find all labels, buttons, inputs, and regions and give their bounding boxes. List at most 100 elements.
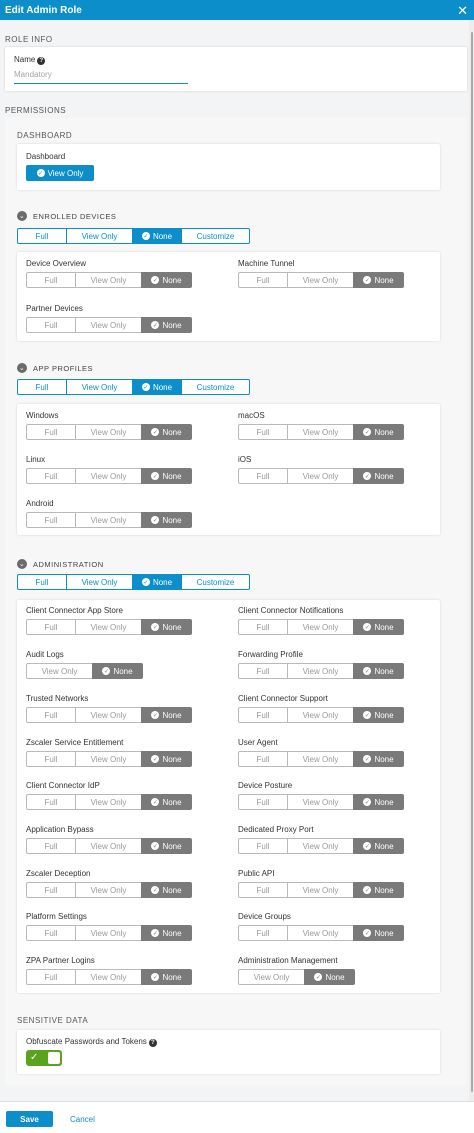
chevron-down-icon[interactable]: ⌄ [17, 559, 27, 569]
chevron-down-icon[interactable]: ⌄ [17, 363, 27, 373]
partner-devices-option-full[interactable]: Full [26, 317, 76, 333]
client-connector-idp-option-view-only[interactable]: View Only [75, 794, 142, 810]
client-connector-app-store-option-none[interactable]: ✓ None [141, 619, 192, 635]
app-profiles-option-none[interactable]: ✓ None [132, 379, 182, 395]
device-groups-option-view-only[interactable]: View Only [287, 925, 354, 941]
windows-option-view-only[interactable]: View Only [75, 424, 142, 440]
enrolled-devices-option-customize[interactable]: Customize [181, 228, 250, 244]
app-profiles-option-full[interactable]: Full [17, 379, 67, 395]
device-posture-option-view-only[interactable]: View Only [287, 794, 354, 810]
close-icon[interactable]: ✕ [457, 4, 468, 17]
zscaler-service-entitlement-option-full[interactable]: Full [26, 751, 76, 767]
macos-option-none[interactable]: ✓ None [353, 424, 404, 440]
save-button[interactable]: Save [6, 1111, 53, 1127]
trusted-networks-option-view-only[interactable]: View Only [75, 707, 142, 723]
dashboard-view-only-button[interactable]: ✓ View Only [26, 165, 94, 181]
ios-option-view-only[interactable]: View Only [287, 468, 354, 484]
client-connector-app-store-option-full[interactable]: Full [26, 619, 76, 635]
macos-option-full[interactable]: Full [238, 424, 288, 440]
client-connector-support-option-view-only[interactable]: View Only [287, 707, 354, 723]
scrollbar-thumb[interactable] [471, 32, 473, 1092]
dialog-body[interactable]: ROLE INFO Name? PERMISSIONS DASHBOARD Dashbo… [0, 20, 474, 1101]
application-bypass-option-view-only[interactable]: View Only [75, 838, 142, 854]
obfuscate-toggle[interactable]: ✓ [26, 1050, 62, 1066]
zscaler-deception-option-view-only[interactable]: View Only [75, 882, 142, 898]
linux-option-none[interactable]: ✓ None [141, 468, 192, 484]
android-option-view-only[interactable]: View Only [75, 512, 142, 528]
application-bypass-option-full[interactable]: Full [26, 838, 76, 854]
user-agent-option-none[interactable]: ✓ None [353, 751, 404, 767]
android-option-full[interactable]: Full [26, 512, 76, 528]
zpa-partner-logins-option-none[interactable]: ✓ None [141, 969, 192, 985]
ios-option-none[interactable]: ✓ None [353, 468, 404, 484]
audit-logs-option-view-only[interactable]: View Only [26, 663, 93, 679]
forwarding-profile-option-view-only[interactable]: View Only [287, 663, 354, 679]
device-posture-option-none[interactable]: ✓ None [353, 794, 404, 810]
partner-devices-option-view-only[interactable]: View Only [75, 317, 142, 333]
administration-management-option-view-only[interactable]: View Only [238, 969, 305, 985]
zscaler-deception-option-none[interactable]: ✓ None [141, 882, 192, 898]
zscaler-deception-option-full[interactable]: Full [26, 882, 76, 898]
device-groups-option-none[interactable]: ✓ None [353, 925, 404, 941]
machine-tunnel-option-full[interactable]: Full [238, 272, 288, 288]
enrolled-devices-heading[interactable]: ⌄ ENROLLED DEVICES [17, 211, 116, 221]
administration-option-none[interactable]: ✓ None [132, 574, 182, 590]
administration-option-full[interactable]: Full [17, 574, 67, 590]
device-overview-option-none[interactable]: ✓ None [141, 272, 192, 288]
administration-option-view-only[interactable]: View Only [66, 574, 133, 590]
client-connector-notifications-option-view-only[interactable]: View Only [287, 619, 354, 635]
device-posture-option-full[interactable]: Full [238, 794, 288, 810]
partner-devices-option-none[interactable]: ✓ None [141, 317, 192, 333]
client-connector-app-store-option-view-only[interactable]: View Only [75, 619, 142, 635]
user-agent-option-full[interactable]: Full [238, 751, 288, 767]
zscaler-service-entitlement-option-none[interactable]: ✓ None [141, 751, 192, 767]
trusted-networks-option-full[interactable]: Full [26, 707, 76, 723]
help-icon[interactable]: ? [37, 57, 46, 65]
enrolled-devices-option-full[interactable]: Full [17, 228, 67, 244]
client-connector-idp-option-full[interactable]: Full [26, 794, 76, 810]
administration-heading[interactable]: ⌄ ADMINISTRATION [17, 559, 104, 569]
forwarding-profile-option-none[interactable]: ✓ None [353, 663, 404, 679]
public-api-option-none[interactable]: ✓ None [353, 882, 404, 898]
client-connector-idp-option-none[interactable]: ✓ None [141, 794, 192, 810]
linux-option-view-only[interactable]: View Only [75, 468, 142, 484]
scrollbar[interactable] [469, 20, 474, 1101]
android-option-none[interactable]: ✓ None [141, 512, 192, 528]
application-bypass-option-none[interactable]: ✓ None [141, 838, 192, 854]
device-overview-option-view-only[interactable]: View Only [75, 272, 142, 288]
app-profiles-heading[interactable]: ⌄ APP PROFILES [17, 363, 93, 373]
platform-settings-option-none[interactable]: ✓ None [141, 925, 192, 941]
user-agent-option-view-only[interactable]: View Only [287, 751, 354, 767]
ios-option-full[interactable]: Full [238, 468, 288, 484]
trusted-networks-option-none[interactable]: ✓ None [141, 707, 192, 723]
zscaler-service-entitlement-option-view-only[interactable]: View Only [75, 751, 142, 767]
client-connector-notifications-option-full[interactable]: Full [238, 619, 288, 635]
audit-logs-option-none[interactable]: ✓ None [92, 663, 143, 679]
client-connector-support-option-none[interactable]: ✓ None [353, 707, 404, 723]
client-connector-notifications-option-none[interactable]: ✓ None [353, 619, 404, 635]
machine-tunnel-option-view-only[interactable]: View Only [287, 272, 354, 288]
macos-option-view-only[interactable]: View Only [287, 424, 354, 440]
windows-option-none[interactable]: ✓ None [141, 424, 192, 440]
enrolled-devices-option-view-only[interactable]: View Only [66, 228, 133, 244]
zpa-partner-logins-option-full[interactable]: Full [26, 969, 76, 985]
dedicated-proxy-port-option-full[interactable]: Full [238, 838, 288, 854]
device-groups-option-full[interactable]: Full [238, 925, 288, 941]
chevron-down-icon[interactable]: ⌄ [17, 211, 27, 221]
administration-management-option-none[interactable]: ✓ None [304, 969, 355, 985]
public-api-option-full[interactable]: Full [238, 882, 288, 898]
device-overview-option-full[interactable]: Full [26, 272, 76, 288]
machine-tunnel-option-none[interactable]: ✓ None [353, 272, 404, 288]
name-input[interactable] [14, 66, 188, 84]
enrolled-devices-option-none[interactable]: ✓ None [132, 228, 182, 244]
zpa-partner-logins-option-view-only[interactable]: View Only [75, 969, 142, 985]
dedicated-proxy-port-option-none[interactable]: ✓ None [353, 838, 404, 854]
client-connector-support-option-full[interactable]: Full [238, 707, 288, 723]
public-api-option-view-only[interactable]: View Only [287, 882, 354, 898]
linux-option-full[interactable]: Full [26, 468, 76, 484]
dedicated-proxy-port-option-view-only[interactable]: View Only [287, 838, 354, 854]
platform-settings-option-full[interactable]: Full [26, 925, 76, 941]
administration-option-customize[interactable]: Customize [181, 574, 250, 590]
platform-settings-option-view-only[interactable]: View Only [75, 925, 142, 941]
app-profiles-option-view-only[interactable]: View Only [66, 379, 133, 395]
